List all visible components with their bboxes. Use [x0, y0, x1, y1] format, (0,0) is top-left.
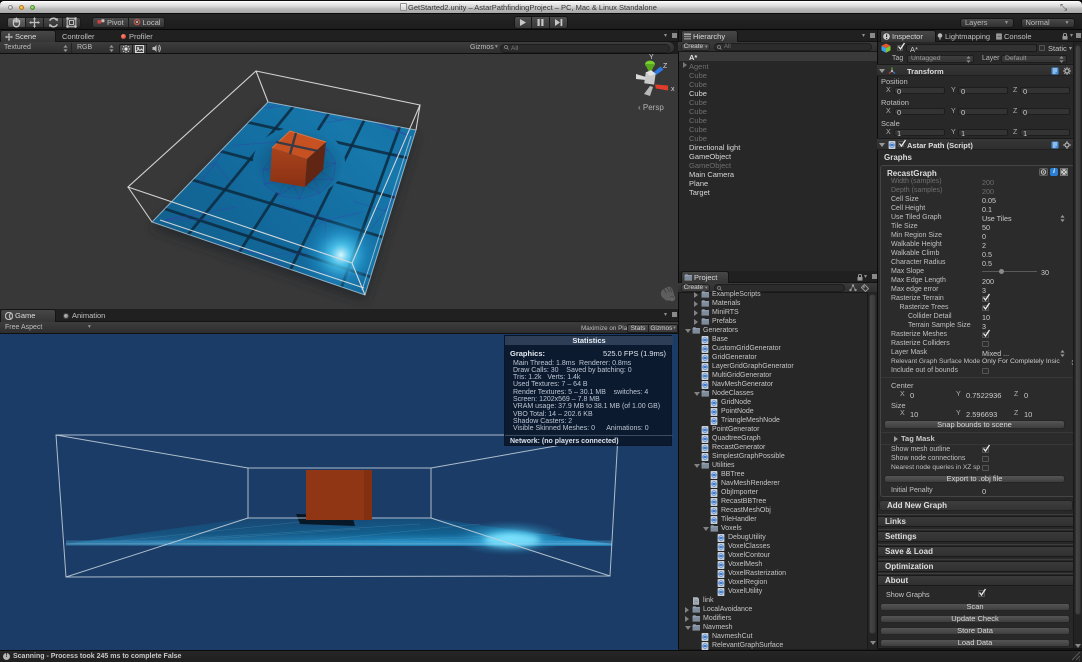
svg-text:x: x: [671, 86, 675, 93]
svg-text:Z: Z: [663, 63, 668, 70]
svg-text:‹ Persp: ‹ Persp: [638, 103, 664, 112]
svg-text:Y: Y: [649, 54, 654, 61]
